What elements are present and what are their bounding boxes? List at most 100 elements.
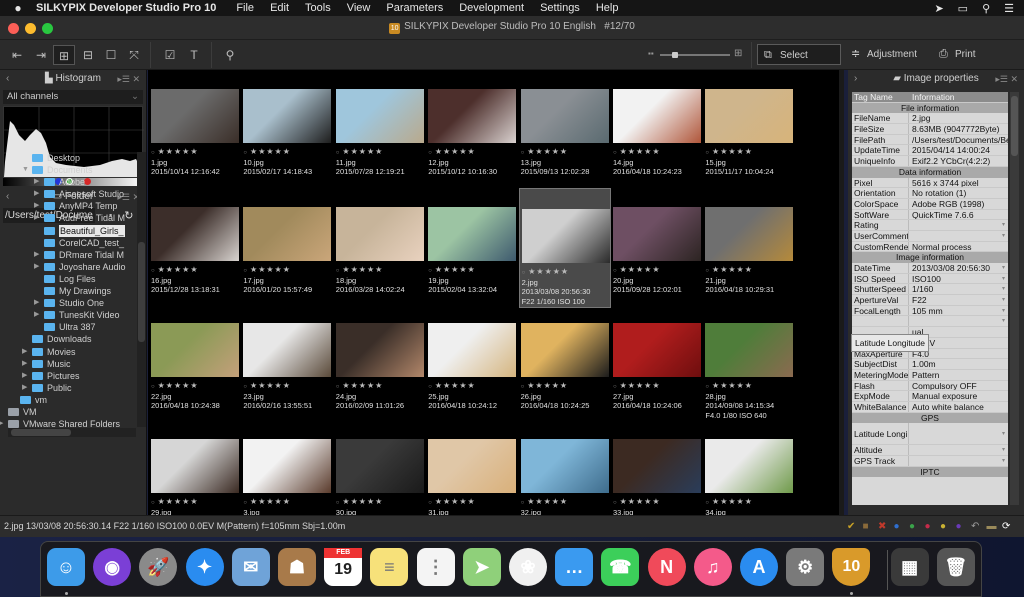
folder-tree-item[interactable]: ▶ Aiseesoft Studio [0,188,136,200]
pending-icon[interactable]: ■ [863,521,869,532]
grid-view-icon[interactable]: ⊞ [53,45,75,65]
dropdown-arrow-icon[interactable]: ▾ [1002,306,1005,317]
property-row[interactable]: CustomRender Normal process [852,241,1008,253]
thumbnail-cell[interactable]: ○ ★★★★★ 30.jpg [334,436,426,515]
screen-mirroring-icon[interactable]: ▭ [958,2,968,15]
property-row[interactable]: FocalLength 105 mm ▾ [852,305,1008,317]
reject-dot-icon[interactable]: ○ [521,500,526,506]
folder-tree-item[interactable]: ▶ Movies [0,346,136,358]
property-row[interactable]: MeteringMode Pattern [852,369,1008,381]
thumbnail-image[interactable] [705,207,794,261]
photos-icon[interactable]: ❀ [509,548,547,586]
rating-stars[interactable]: ○ ★★★★★ [336,265,383,274]
previous-icon[interactable]: ⇤ [6,45,28,65]
collapse-left-icon[interactable]: ‹ [6,70,9,88]
folder-tree-item[interactable]: ▶ Studio One [0,297,136,309]
rating-stars[interactable]: ○ ★★★★★ [151,147,198,156]
thumbnail-image[interactable] [151,323,239,377]
label-purple-icon[interactable]: ● [956,521,962,532]
news-icon[interactable]: N [647,548,686,586]
label-red-icon[interactable]: ● [925,521,931,532]
airdrop-icon[interactable]: ➤ [934,2,943,15]
expanded-arrow-icon[interactable]: ▼ [22,164,29,176]
label-yellow-icon[interactable]: ● [940,521,946,532]
silkypix-icon[interactable]: 10 [832,548,871,586]
folder-tree-item[interactable]: ▶ DRmare Tidal M [0,249,136,261]
rating-stars[interactable]: ○ ★★★★★ [151,381,198,390]
thumbnail-cell[interactable]: ○ ★★★★★ 24.jpg 2016/02/09 11:01:26 [334,320,426,435]
reject-dot-icon[interactable]: ○ [151,268,156,274]
rating-stars[interactable]: ○ ★★★★★ [521,147,568,156]
zoom-person-icon[interactable]: ⚲ [219,45,241,65]
property-row[interactable]: Rating ▾ [852,220,1008,231]
menu-file[interactable]: File [236,2,254,14]
folder-tree-item[interactable]: ▶ AudFree Tidal M [0,212,136,224]
thumbnail-image[interactable] [335,439,424,493]
approve-icon[interactable]: ✔ [847,521,855,532]
folder-tree-item[interactable]: Downloads [0,333,136,345]
rating-stars[interactable]: ○ ★★★★★ [151,265,198,274]
print-mode-button[interactable]: ⎙ Print [933,44,1003,65]
collapsed-arrow-icon[interactable]: ▶ [34,297,39,309]
property-row[interactable]: Orientation No rotation (1) [852,188,1008,199]
spotlight-search-icon[interactable]: ⚲ [982,2,990,15]
property-row[interactable]: UniqueInfo Exif2.2 YCbCr(4:2:2) [852,156,1008,167]
property-row[interactable]: DateTime 2013/03/08 20:56:30 ▾ [852,263,1008,274]
collapsed-arrow-icon[interactable]: ▶ [34,212,39,224]
property-row[interactable]: SoftWare QuickTime 7.6.6 [852,209,1008,221]
reject-dot-icon[interactable]: ○ [521,384,526,390]
folder-tree-item[interactable]: ▶ Pictures [0,370,136,382]
folder-tree-item[interactable]: ▶ Public [0,382,136,394]
thumbnail-image[interactable] [520,323,609,377]
folder-tree-item[interactable]: ▶ VMware Shared Folders [0,418,136,428]
folder-icon[interactable]: ▬ [987,521,997,532]
app-store-icon[interactable]: A [740,548,778,586]
mail-icon[interactable]: ✉ [231,548,270,586]
slider-knob[interactable] [672,52,678,58]
menu-view[interactable]: View [347,2,371,14]
collapsed-arrow-icon[interactable]: ▶ [34,200,39,212]
thumbnail-cell[interactable]: ○ ★★★★★ 18.jpg 2016/03/28 14:02:24 [334,204,426,319]
thumbnail-cell[interactable]: ○ ★★★★★ 22.jpg 2016/04/18 10:24:38 [149,320,241,435]
collapsed-arrow-icon[interactable]: ▶ [34,176,39,188]
label-green-icon[interactable]: ● [909,521,915,532]
menu-app-name[interactable]: SILKYPIX Developer Studio Pro 10 [36,2,216,14]
thumbnail-cell[interactable]: ○ ★★★★★ 21.jpg 2016/04/18 10:29:31 [703,204,795,319]
reject-dot-icon[interactable]: ○ [705,500,710,506]
thumbnail-size-slider[interactable] [660,52,730,58]
reject-dot-icon[interactable]: ○ [243,268,248,274]
thumbnail-image[interactable] [335,207,424,261]
collapsed-arrow-icon[interactable]: ▶ [0,418,3,428]
folder-tree-item[interactable]: ▶ AnyMP4 Temp [0,200,136,212]
thumbnail-cell[interactable]: ○ ★★★★★ 12.jpg 2015/10/12 10:16:30 [426,86,518,201]
menu-settings[interactable]: Settings [540,2,580,14]
sync-icon[interactable]: ⟳ [1002,521,1010,532]
reject-dot-icon[interactable]: ○ [705,268,710,274]
rating-stars[interactable]: ○ ★★★★★ [613,265,660,274]
thumbnail-image[interactable] [151,89,239,143]
reject-dot-icon[interactable]: ○ [522,270,527,276]
dropdown-arrow-icon[interactable]: ▾ [1002,231,1005,242]
safari-icon[interactable]: ✦ [185,548,224,586]
folder-tree-item[interactable]: ▶ Adobe [0,176,136,188]
adjustment-mode-button[interactable]: ≑ Adjustment [845,44,929,65]
thumbnail-image[interactable] [243,439,332,493]
thumbnail-image[interactable] [705,89,794,143]
property-row[interactable]: UpdateTime 2015/04/14 14:00:24 [852,145,1008,157]
rating-stars[interactable]: ○ ★★★★★ [243,147,290,156]
column-tag-name[interactable]: Tag Name [852,92,909,102]
menu-tools[interactable]: Tools [305,2,331,14]
rating-stars[interactable]: ○ ★★★★★ [428,497,475,506]
reject-dot-icon[interactable]: ○ [428,500,433,506]
rating-stars[interactable]: ○ ★★★★★ [521,381,568,390]
folder-tree-item[interactable]: CorelCAD_test_ [0,237,136,249]
rating-stars[interactable]: ○ ★★★★★ [705,265,752,274]
thumbnail-cell[interactable]: ○ ★★★★★ 14.jpg 2016/04/18 10:24:23 [611,86,703,201]
folder-tree-item[interactable]: Desktop [0,152,136,164]
thumbnail-image[interactable] [613,207,701,261]
rating-stars[interactable]: ○ ★★★★★ [521,497,568,506]
folder-tree-item[interactable]: Beautiful_Girls_ [0,224,136,237]
reject-dot-icon[interactable]: ○ [428,150,433,156]
thumbnail-image[interactable] [335,89,424,143]
rating-stars[interactable]: ○ ★★★★★ [428,265,475,274]
